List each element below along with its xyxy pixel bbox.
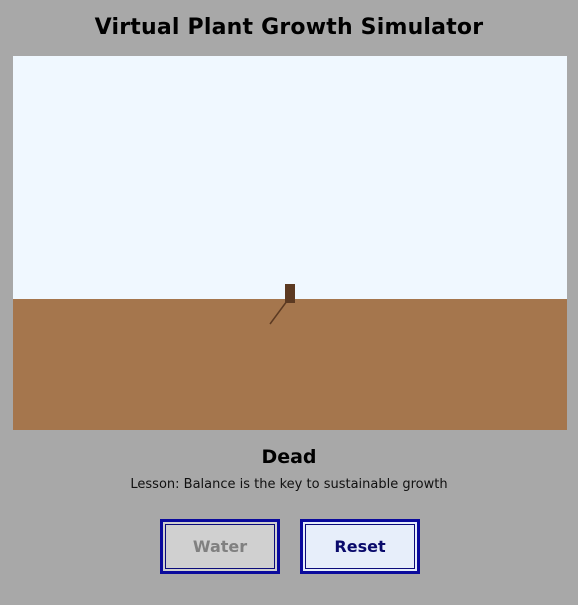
plant-status: Dead	[261, 446, 317, 468]
plant-canvas	[13, 56, 567, 430]
reset-button[interactable]: Reset	[300, 519, 420, 574]
soil	[13, 299, 567, 430]
dead-plant-stump	[285, 284, 295, 303]
lesson-text: Lesson: Balance is the key to sustainabl…	[130, 477, 448, 492]
sky	[13, 56, 567, 299]
water-button[interactable]: Water	[160, 519, 280, 574]
app-title: Virtual Plant Growth Simulator	[94, 15, 484, 40]
